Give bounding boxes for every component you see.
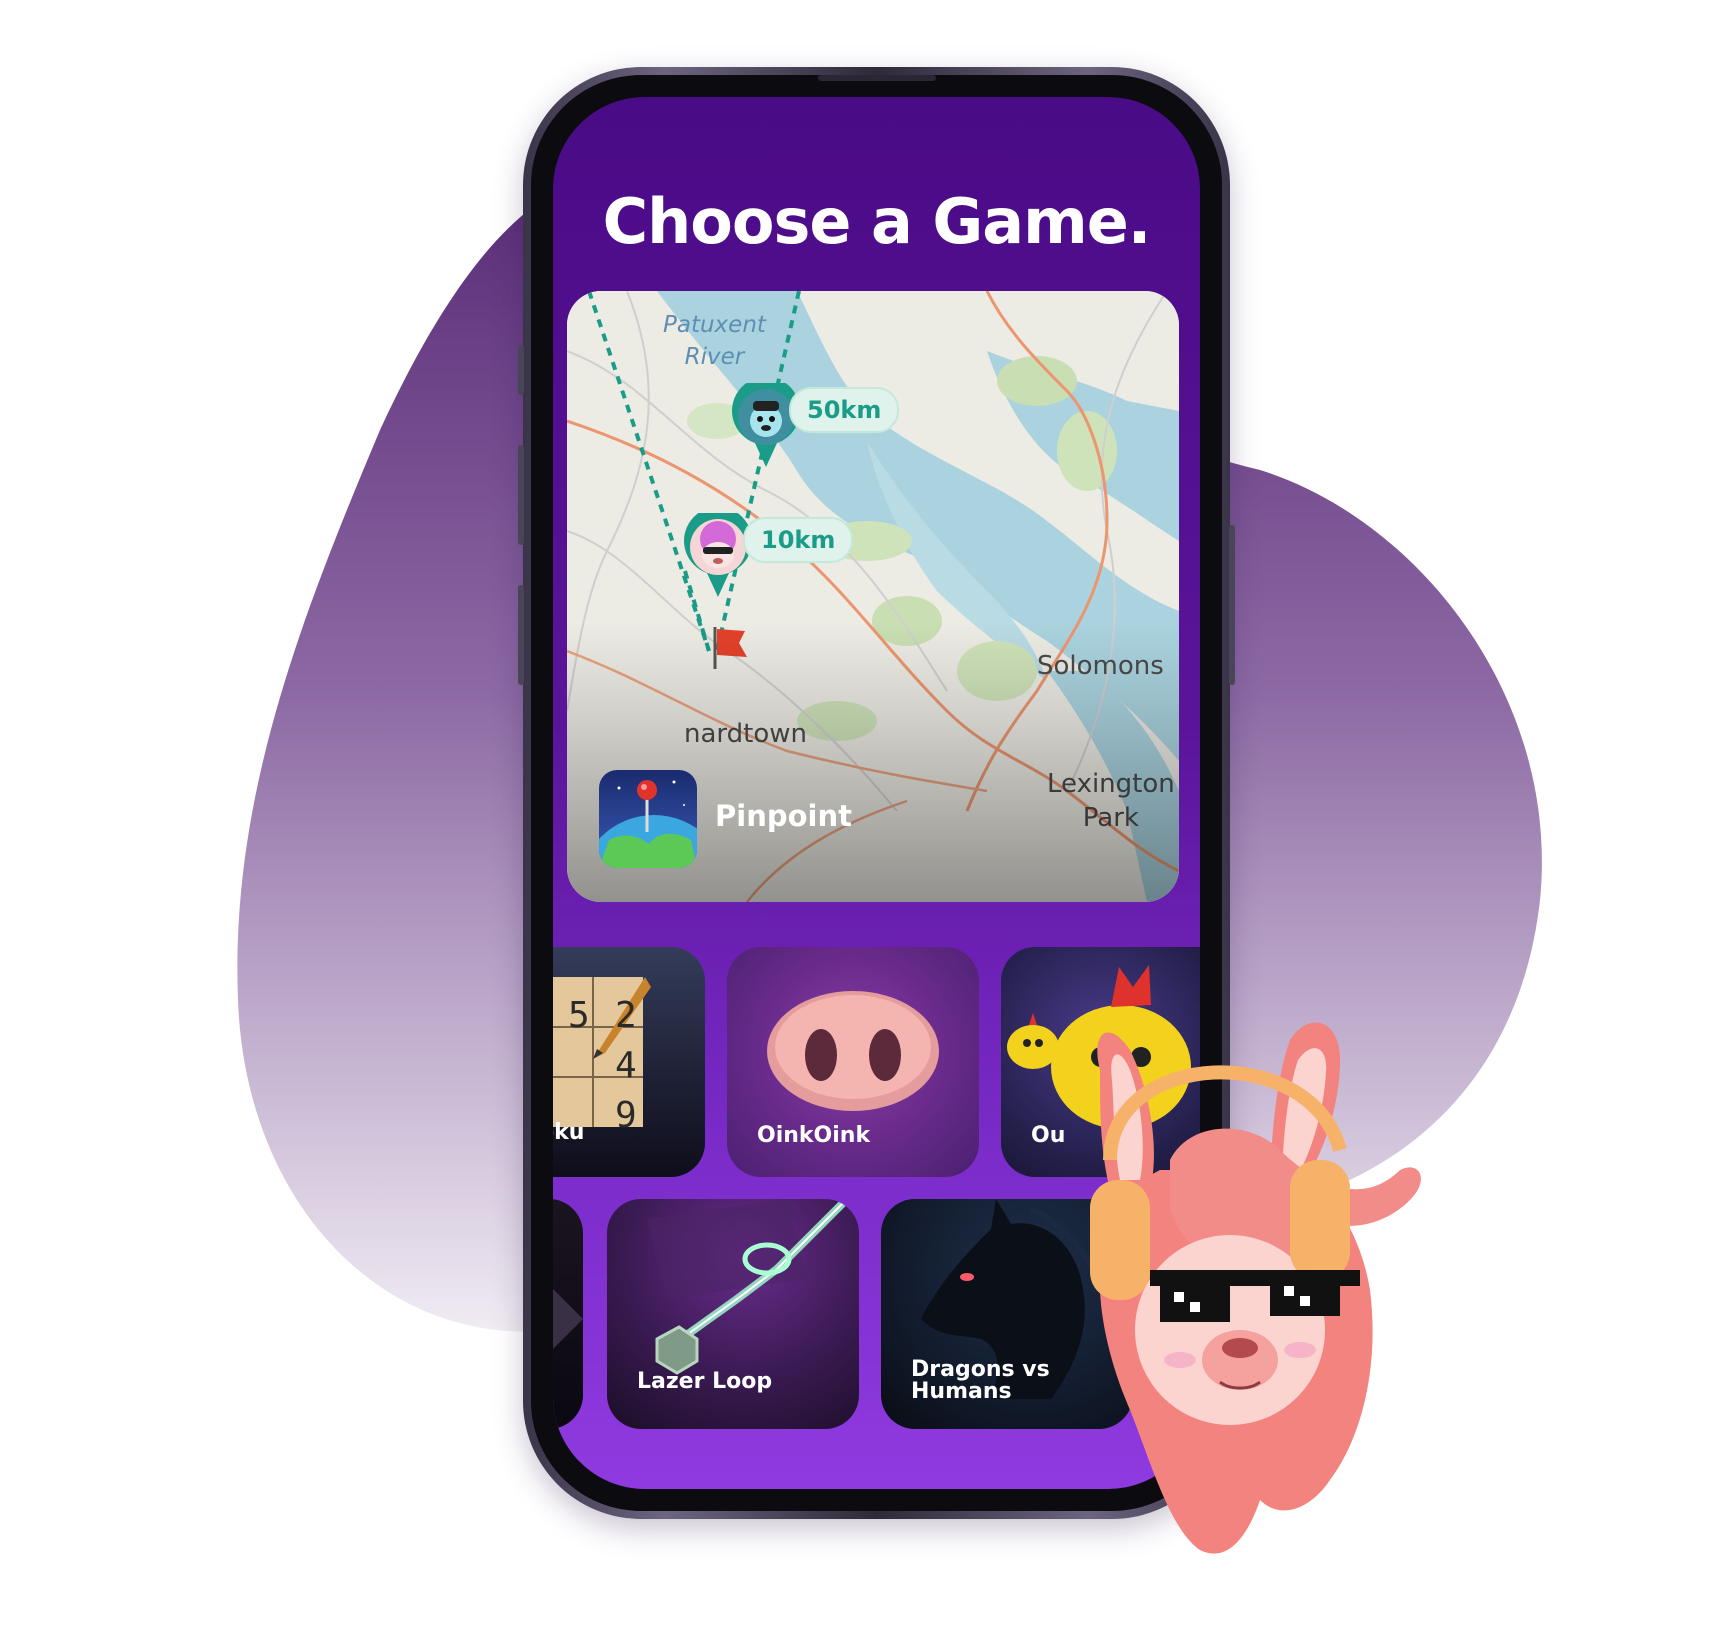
game-label-lazer-loop: Lazer Loop	[637, 1369, 773, 1394]
laser-loop-icon	[647, 1199, 850, 1375]
map-river-label: Patuxent River	[663, 312, 766, 370]
distance-badge-10km: 10km	[743, 517, 854, 563]
game-tile-lazer-loop[interactable]: Lazer Loop	[607, 1199, 859, 1429]
featured-game-card[interactable]: PatuxentRiver Solomons nardtown Lexingto…	[567, 291, 1179, 902]
phone-power-button	[1229, 525, 1235, 685]
pig-snout-icon	[767, 991, 939, 1111]
featured-game-name: Pinpoint	[715, 799, 852, 833]
page-title: Choose a Game.	[602, 185, 1152, 258]
game-label-oinkoink: OinkOink	[757, 1123, 871, 1148]
game-label-dragons-vs-humans: Dragons vs Humans	[911, 1357, 1050, 1404]
game-tile-partial[interactable]	[553, 1199, 583, 1429]
game-tile-oinkoink[interactable]: OinkOink	[727, 947, 979, 1177]
player-marker-bear-icon	[732, 383, 800, 467]
phone-silent-switch	[518, 345, 524, 395]
game-tile-sudoku[interactable]: 5 2 4 9 oku	[553, 947, 705, 1177]
distance-badge-50km: 50km	[789, 387, 900, 433]
phone-volume-down	[518, 585, 524, 685]
play-arrow-icon	[553, 1289, 583, 1349]
player-marker-llama-icon	[684, 513, 752, 597]
llama-mascot-icon	[1090, 1022, 1421, 1554]
pinpoint-app-icon	[599, 770, 697, 868]
phone-speaker	[818, 75, 936, 81]
phone-volume-up	[518, 445, 524, 545]
game-label-sudoku: oku	[553, 1120, 585, 1145]
